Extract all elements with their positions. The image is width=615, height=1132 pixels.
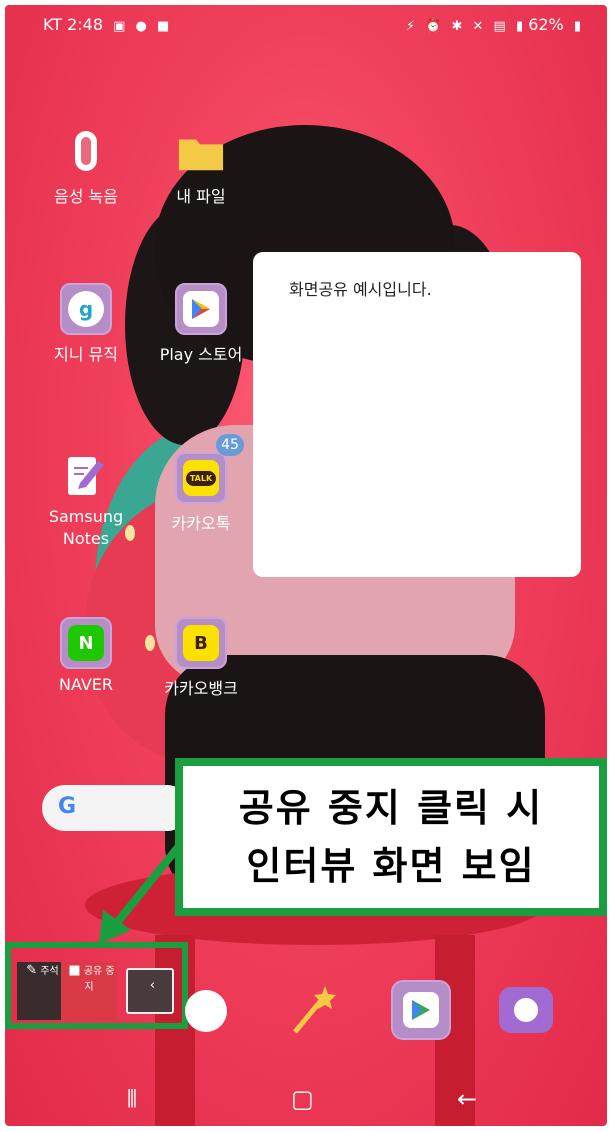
genie-icon: g (60, 283, 112, 335)
app-kakaotalk[interactable]: TALK 카카오톡 (146, 452, 256, 534)
phone-screen: KT 2:48 ▣ ● ■ ⚡ ⏰ ✱ ✕ ▤ ▮ 62% ▮ 음성 녹음 내 … (5, 5, 607, 1126)
app-play-store[interactable]: Play 스토어 (146, 283, 256, 365)
memo-widget[interactable]: 화면공유 예시입니다. (253, 252, 581, 577)
callout-box: 공유 중지 클릭 시 인터뷰 화면 보임 (175, 758, 607, 916)
app-label: Samsung Notes (48, 507, 124, 548)
alarm-icon: ⏰ (425, 19, 442, 34)
app-label: Play 스토어 (159, 345, 243, 364)
app-samsung-notes[interactable]: Samsung Notes (31, 452, 141, 550)
home-icon[interactable]: ▢ (291, 1085, 314, 1113)
app-label: 지니 뮤직 (54, 345, 118, 364)
folder-icon (177, 129, 225, 177)
camera-app-icon[interactable] (499, 987, 553, 1033)
play-store-dock-icon[interactable] (391, 980, 451, 1040)
naver-icon: N (60, 617, 112, 669)
status-bar: KT 2:48 ▣ ● ■ ⚡ ⏰ ✱ ✕ ▤ ▮ 62% ▮ (5, 5, 607, 43)
collapse-button[interactable]: ‹ (126, 968, 174, 1014)
voice-recorder-icon (62, 129, 110, 177)
battery-icon: ▮ (573, 19, 581, 34)
google-search-bar[interactable]: G (42, 785, 190, 831)
app-label: 카카오톡 (171, 514, 231, 533)
app-genie[interactable]: g 지니 뮤직 (31, 283, 141, 365)
memo-text: 화면공유 예시입니다. (289, 280, 432, 299)
back-icon[interactable]: ← (457, 1085, 477, 1113)
carrier-time: KT 2:48 (43, 15, 104, 34)
kakaobank-icon: B (175, 617, 227, 669)
google-icon: G (58, 794, 77, 819)
app-kakaobank[interactable]: B 카카오뱅크 (146, 617, 256, 699)
nfc-icon: ⚡ (406, 19, 416, 34)
signal-icon: ▮ (515, 19, 524, 34)
chevron-left-icon: ‹ (149, 978, 156, 993)
annotate-button[interactable]: ✎ 주석 (17, 962, 63, 1020)
play-store-icon (175, 283, 227, 335)
lte-icon: ▤ (493, 19, 506, 34)
cloud-app-icon[interactable] (185, 990, 227, 1032)
mute-icon: ✕ (472, 19, 484, 34)
pencil-icon: ✎ (26, 963, 38, 978)
app-my-files[interactable]: 내 파일 (146, 129, 256, 207)
app-label: 내 파일 (176, 187, 226, 206)
recent-apps-icon[interactable]: ⫴ (127, 1085, 137, 1113)
callout-line-1: 공유 중지 클릭 시 (238, 786, 544, 830)
bluetooth-icon: ✱ (451, 19, 463, 34)
pointer-arrow-icon (99, 843, 183, 944)
notes-icon (62, 452, 110, 500)
talk-icon: ● (135, 19, 147, 34)
app-voice-recorder[interactable]: 음성 녹음 (31, 129, 141, 207)
video-icon: ■ (156, 19, 170, 34)
app-label: 음성 녹음 (54, 187, 118, 206)
app-label: NAVER (58, 675, 114, 694)
callout-line-2: 인터뷰 화면 보임 (246, 844, 536, 888)
image-icon: ▣ (113, 19, 126, 34)
battery-text: 62% (528, 15, 564, 34)
notification-badge: 45 (216, 434, 244, 456)
stop-icon: ■ (68, 963, 81, 978)
app-label: 카카오뱅크 (164, 679, 238, 698)
magic-wand-icon[interactable] (289, 982, 339, 1038)
stop-sharing-button[interactable]: ■ 공유 중지 (61, 962, 117, 1020)
app-naver[interactable]: N NAVER (31, 617, 141, 694)
kakaotalk-icon: TALK (175, 452, 227, 504)
